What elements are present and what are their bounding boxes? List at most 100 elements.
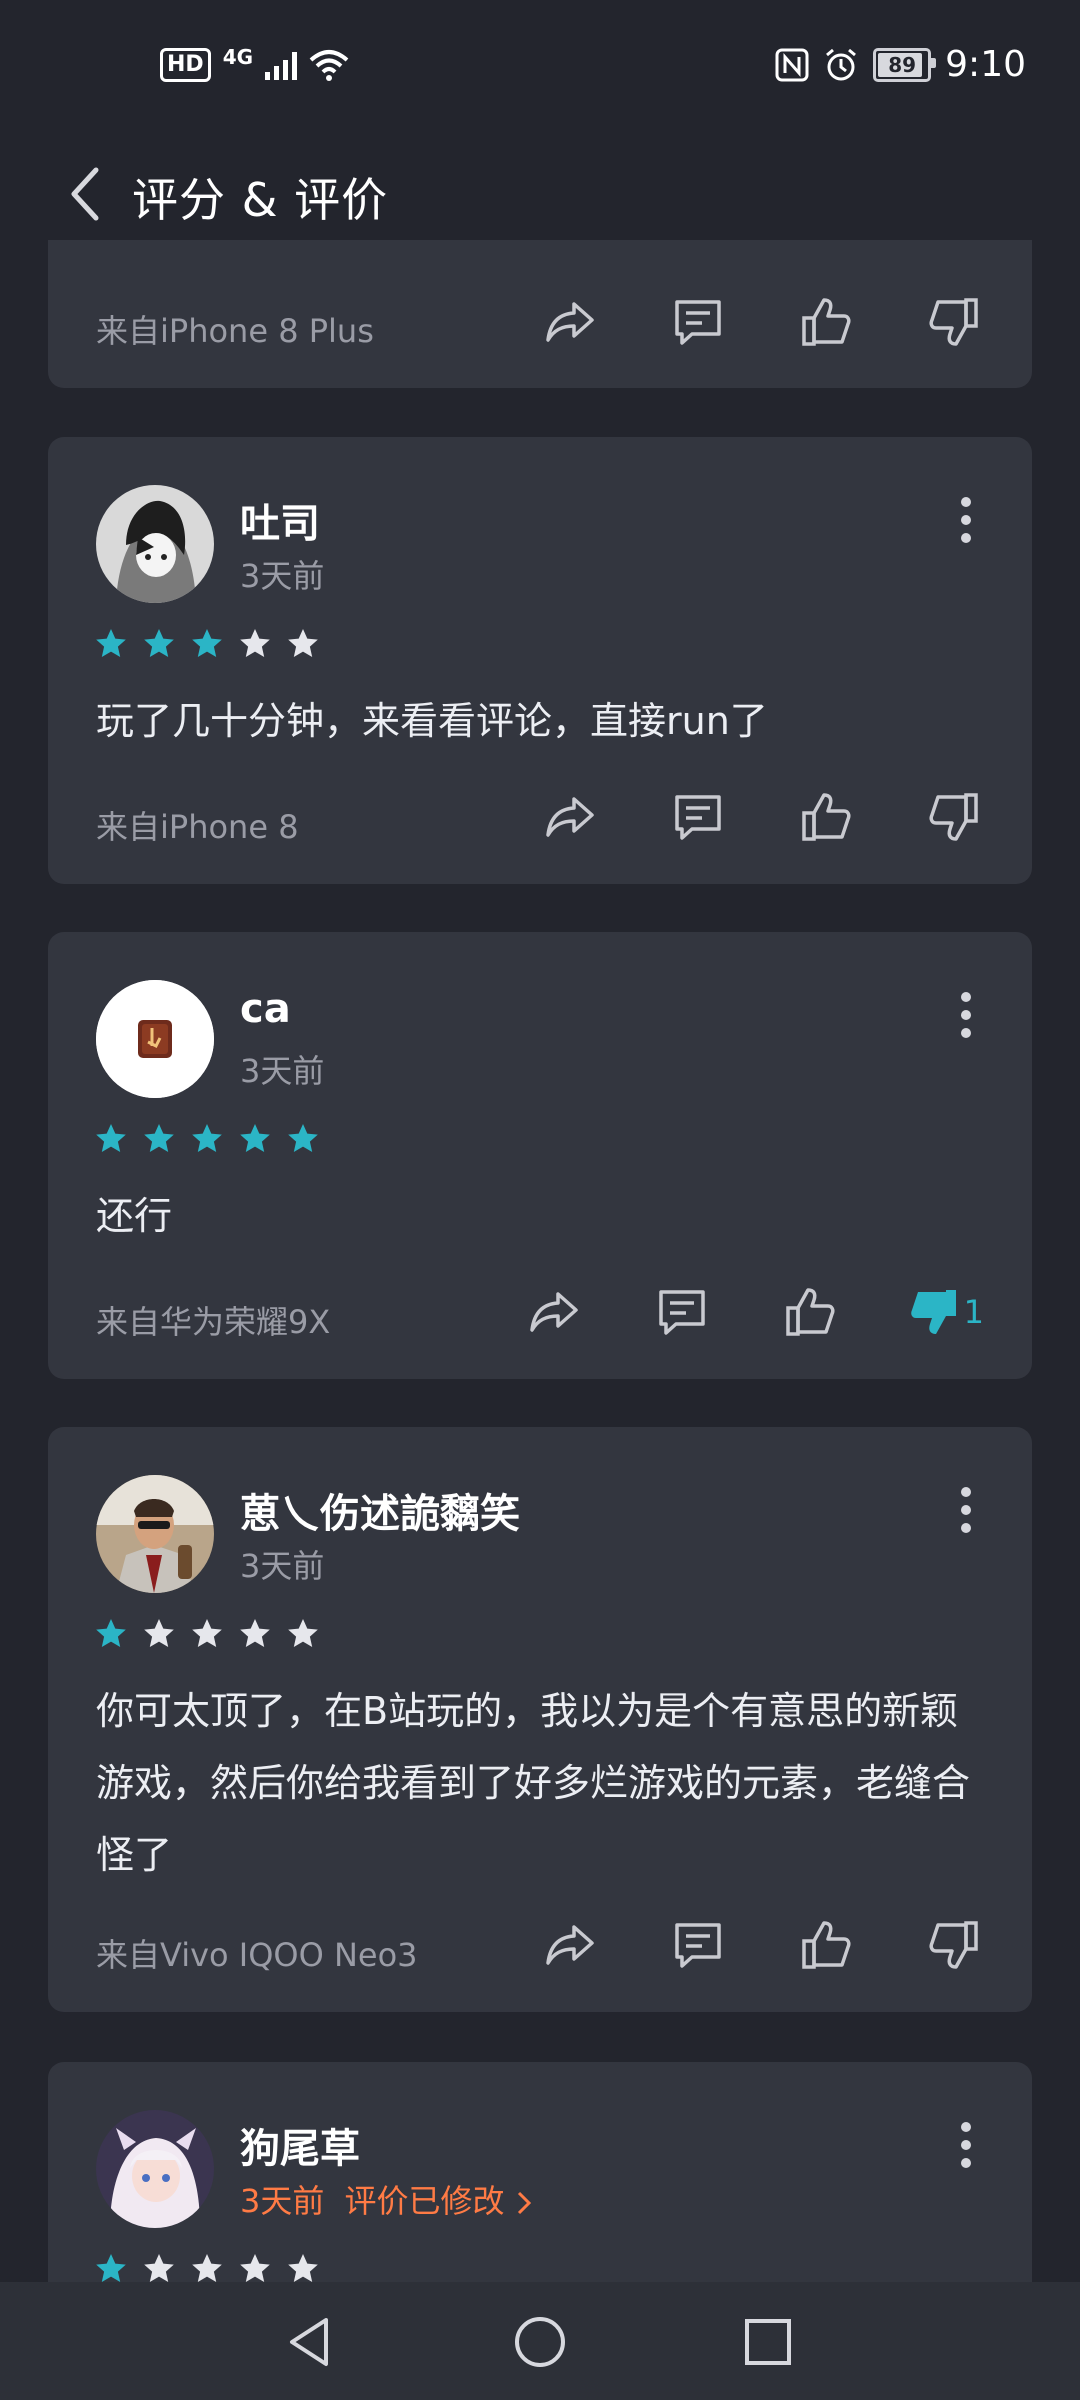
more-menu-icon[interactable]: [960, 497, 972, 543]
avatar[interactable]: [96, 980, 214, 1098]
comment-button[interactable]: [668, 787, 728, 847]
thumbs-down-icon: [929, 793, 978, 841]
comment-icon: [675, 795, 721, 840]
thumbs-down-filled-icon: [910, 1290, 956, 1334]
device-label: 来自iPhone 8: [96, 808, 299, 846]
avatar[interactable]: [96, 2110, 214, 2228]
clock: 9:10: [945, 44, 1026, 85]
comment-button[interactable]: [668, 292, 728, 352]
star-filled-icon: [96, 1124, 126, 1152]
username[interactable]: 葸乀伤述詭黐笑: [240, 1481, 520, 1539]
like-button[interactable]: [796, 787, 856, 847]
share-button[interactable]: [540, 292, 600, 352]
status-left: HD 4G: [160, 45, 349, 82]
comment-icon: [675, 1923, 721, 1968]
network-type: 4G: [222, 45, 254, 69]
review-time[interactable]: 3天前 评价已修改: [240, 2176, 533, 2222]
hd-badge: HD: [160, 48, 211, 82]
like-button[interactable]: [796, 292, 856, 352]
rating-stars: [94, 1122, 320, 1156]
star-empty-icon: [192, 1619, 222, 1647]
comment-icon: [658, 1290, 705, 1335]
comment-button[interactable]: [652, 1282, 712, 1342]
review-card: ca 3天前 还行 来自华为荣耀9X 1: [48, 932, 1032, 1379]
star-filled-icon: [144, 629, 174, 657]
review-time: 3天前: [240, 557, 325, 595]
review-actions: [540, 787, 984, 847]
star-filled-icon: [192, 629, 222, 657]
thumbs-down-icon: [929, 1921, 978, 1969]
star-empty-icon: [144, 1619, 174, 1647]
star-empty-icon: [288, 629, 318, 657]
thumbs-down-icon: [929, 298, 978, 346]
share-button[interactable]: [540, 1915, 600, 1975]
review-time: 3天前: [240, 1052, 325, 1090]
star-filled-icon: [240, 1124, 270, 1152]
star-filled-icon: [144, 1124, 174, 1152]
alarm-icon: [826, 48, 857, 80]
star-filled-icon: [192, 1124, 222, 1152]
star-filled-icon: [288, 1124, 318, 1152]
review-content: 你可太顶了，在B站玩的，我以为是个有意思的新颖游戏，然后你给我看到了好多烂游戏的…: [96, 1689, 971, 1877]
nav-home-icon[interactable]: [510, 2312, 570, 2372]
share-button[interactable]: [540, 787, 600, 847]
device-label: 来自iPhone 8 Plus: [96, 312, 374, 350]
dislike-count: 1: [963, 1293, 984, 1331]
comment-button[interactable]: [668, 1915, 728, 1975]
avatar[interactable]: [96, 485, 214, 603]
star-empty-icon: [240, 629, 270, 657]
share-icon: [546, 797, 594, 837]
nfc-icon: [775, 48, 809, 81]
star-empty-icon: [240, 1619, 270, 1647]
dislike-button[interactable]: [924, 1915, 984, 1975]
device-label: 来自Vivo IQOO Neo3: [96, 1936, 418, 1974]
username[interactable]: ca: [240, 986, 291, 1032]
thumbs-up-icon: [802, 793, 851, 841]
edited-link[interactable]: 评价已修改: [345, 2182, 505, 2220]
back-arrow-icon[interactable]: [62, 164, 112, 224]
battery-icon: 89: [873, 47, 937, 82]
share-icon: [529, 1292, 578, 1332]
like-button[interactable]: [780, 1282, 840, 1342]
battery-level: 89: [888, 52, 917, 77]
more-menu-icon[interactable]: [960, 2122, 972, 2168]
dislike-button[interactable]: 1: [908, 1282, 984, 1342]
nav-recents-icon[interactable]: [738, 2312, 798, 2372]
star-empty-icon: [288, 1619, 318, 1647]
chevron-right-icon: [517, 2191, 531, 2215]
share-icon: [546, 302, 594, 342]
wifi-icon: [309, 50, 349, 81]
rating-stars: [94, 1617, 320, 1651]
review-content: 玩了几十分钟，来看看评论，直接run了: [96, 699, 768, 743]
thumbs-up-icon: [802, 298, 851, 346]
review-content: 还行: [96, 1194, 173, 1238]
comment-icon: [675, 300, 721, 345]
rating-stars: [94, 627, 320, 661]
status-right: 89 9:10: [775, 44, 1026, 85]
avatar[interactable]: [96, 1475, 214, 1593]
share-icon: [546, 1925, 594, 1965]
more-menu-icon[interactable]: [960, 1487, 972, 1533]
signal-icon: [265, 50, 298, 80]
review-time: 3天前: [240, 1547, 325, 1585]
star-filled-icon: [96, 629, 126, 657]
thumbs-up-icon: [802, 1921, 851, 1969]
username[interactable]: 吐司: [240, 491, 320, 549]
star-empty-icon: [240, 2254, 270, 2282]
star-empty-icon: [192, 2254, 222, 2282]
dislike-button[interactable]: [924, 292, 984, 352]
username[interactable]: 狗尾草: [240, 2116, 360, 2174]
more-menu-icon[interactable]: [960, 992, 972, 1038]
status-bar: HD 4G 89 9:10: [0, 0, 1080, 130]
like-button[interactable]: [796, 1915, 856, 1975]
review-card: 来自iPhone 8 Plus: [48, 240, 1032, 388]
star-empty-icon: [144, 2254, 174, 2282]
review-time-value: 3天前: [240, 2182, 325, 2220]
nav-back-icon[interactable]: [280, 2312, 340, 2372]
review-card: 葸乀伤述詭黐笑 3天前 你可太顶了，在B站玩的，我以为是个有意思的新颖游戏，然后…: [48, 1427, 1032, 2012]
share-button[interactable]: [524, 1282, 584, 1342]
dislike-button[interactable]: [924, 787, 984, 847]
page-title: 评分 & 评价: [132, 173, 389, 227]
star-empty-icon: [288, 2254, 318, 2282]
review-card: 吐司 3天前 玩了几十分钟，来看看评论，直接run了 来自iPhone 8: [48, 437, 1032, 884]
